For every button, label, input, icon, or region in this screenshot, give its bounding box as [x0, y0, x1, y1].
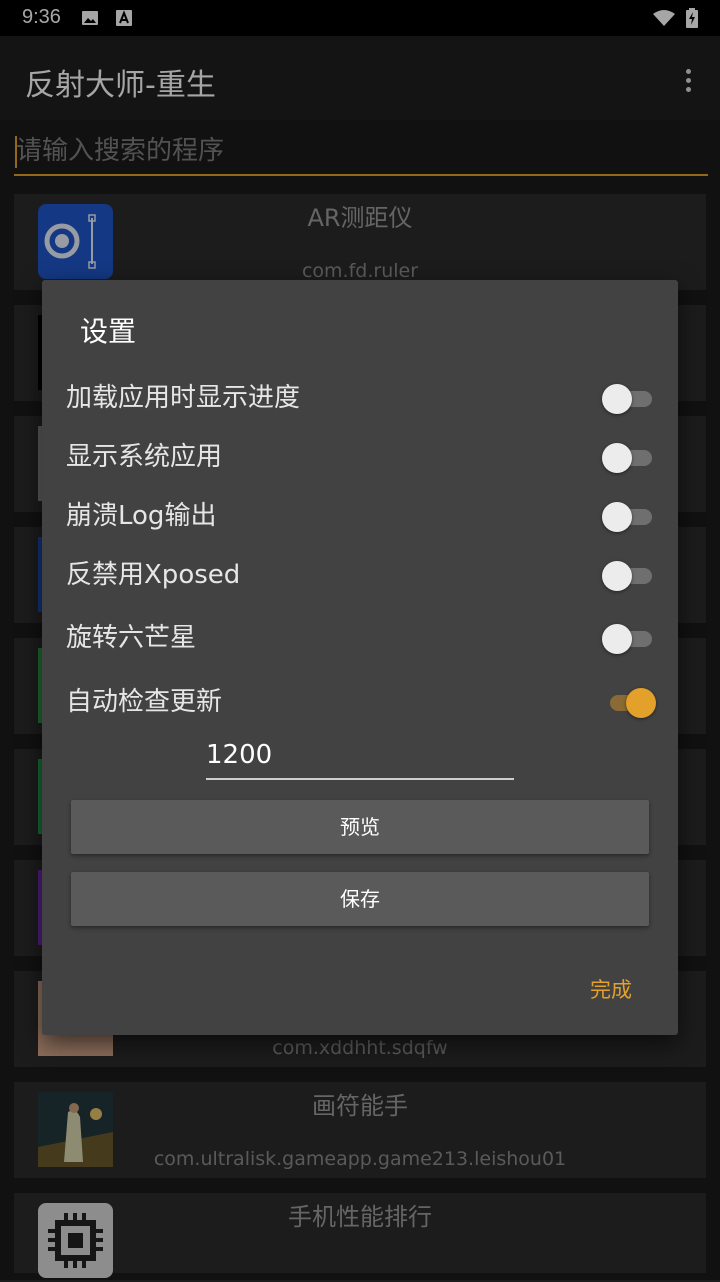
dialog-title: 设置	[80, 315, 137, 348]
setting-crash-log: 崩溃Log输出	[66, 496, 656, 536]
setting-rotate-hexagram: 旋转六芒星	[66, 618, 656, 658]
auto-check-update-switch[interactable]	[602, 688, 656, 718]
setting-label: 反禁用Xposed	[66, 560, 241, 590]
anti-disable-xposed-switch[interactable]	[602, 561, 656, 591]
preview-button[interactable]: 预览	[71, 800, 649, 854]
done-button[interactable]: 完成	[590, 974, 632, 1004]
setting-label: 自动检查更新	[66, 687, 223, 717]
rotate-hexagram-switch[interactable]	[602, 624, 656, 654]
setting-auto-check-update: 自动检查更新	[66, 682, 656, 722]
setting-show-system-apps: 显示系统应用	[66, 437, 656, 477]
setting-show-progress: 加载应用时显示进度	[66, 378, 656, 418]
crash-log-switch[interactable]	[602, 502, 656, 532]
setting-label: 崩溃Log输出	[66, 501, 217, 531]
setting-label: 旋转六芒星	[66, 623, 197, 653]
setting-label: 加载应用时显示进度	[66, 383, 301, 413]
show-progress-switch[interactable]	[602, 384, 656, 414]
update-interval-input[interactable]: 1200	[206, 738, 514, 780]
save-button[interactable]: 保存	[71, 872, 649, 926]
settings-dialog: 设置 加载应用时显示进度 显示系统应用 崩溃Log输出 反禁用Xposed 旋转…	[42, 280, 678, 1035]
update-interval-value: 1200	[206, 740, 273, 770]
show-system-apps-switch[interactable]	[602, 443, 656, 473]
setting-label: 显示系统应用	[66, 442, 223, 472]
setting-anti-disable-xposed: 反禁用Xposed	[66, 555, 656, 595]
